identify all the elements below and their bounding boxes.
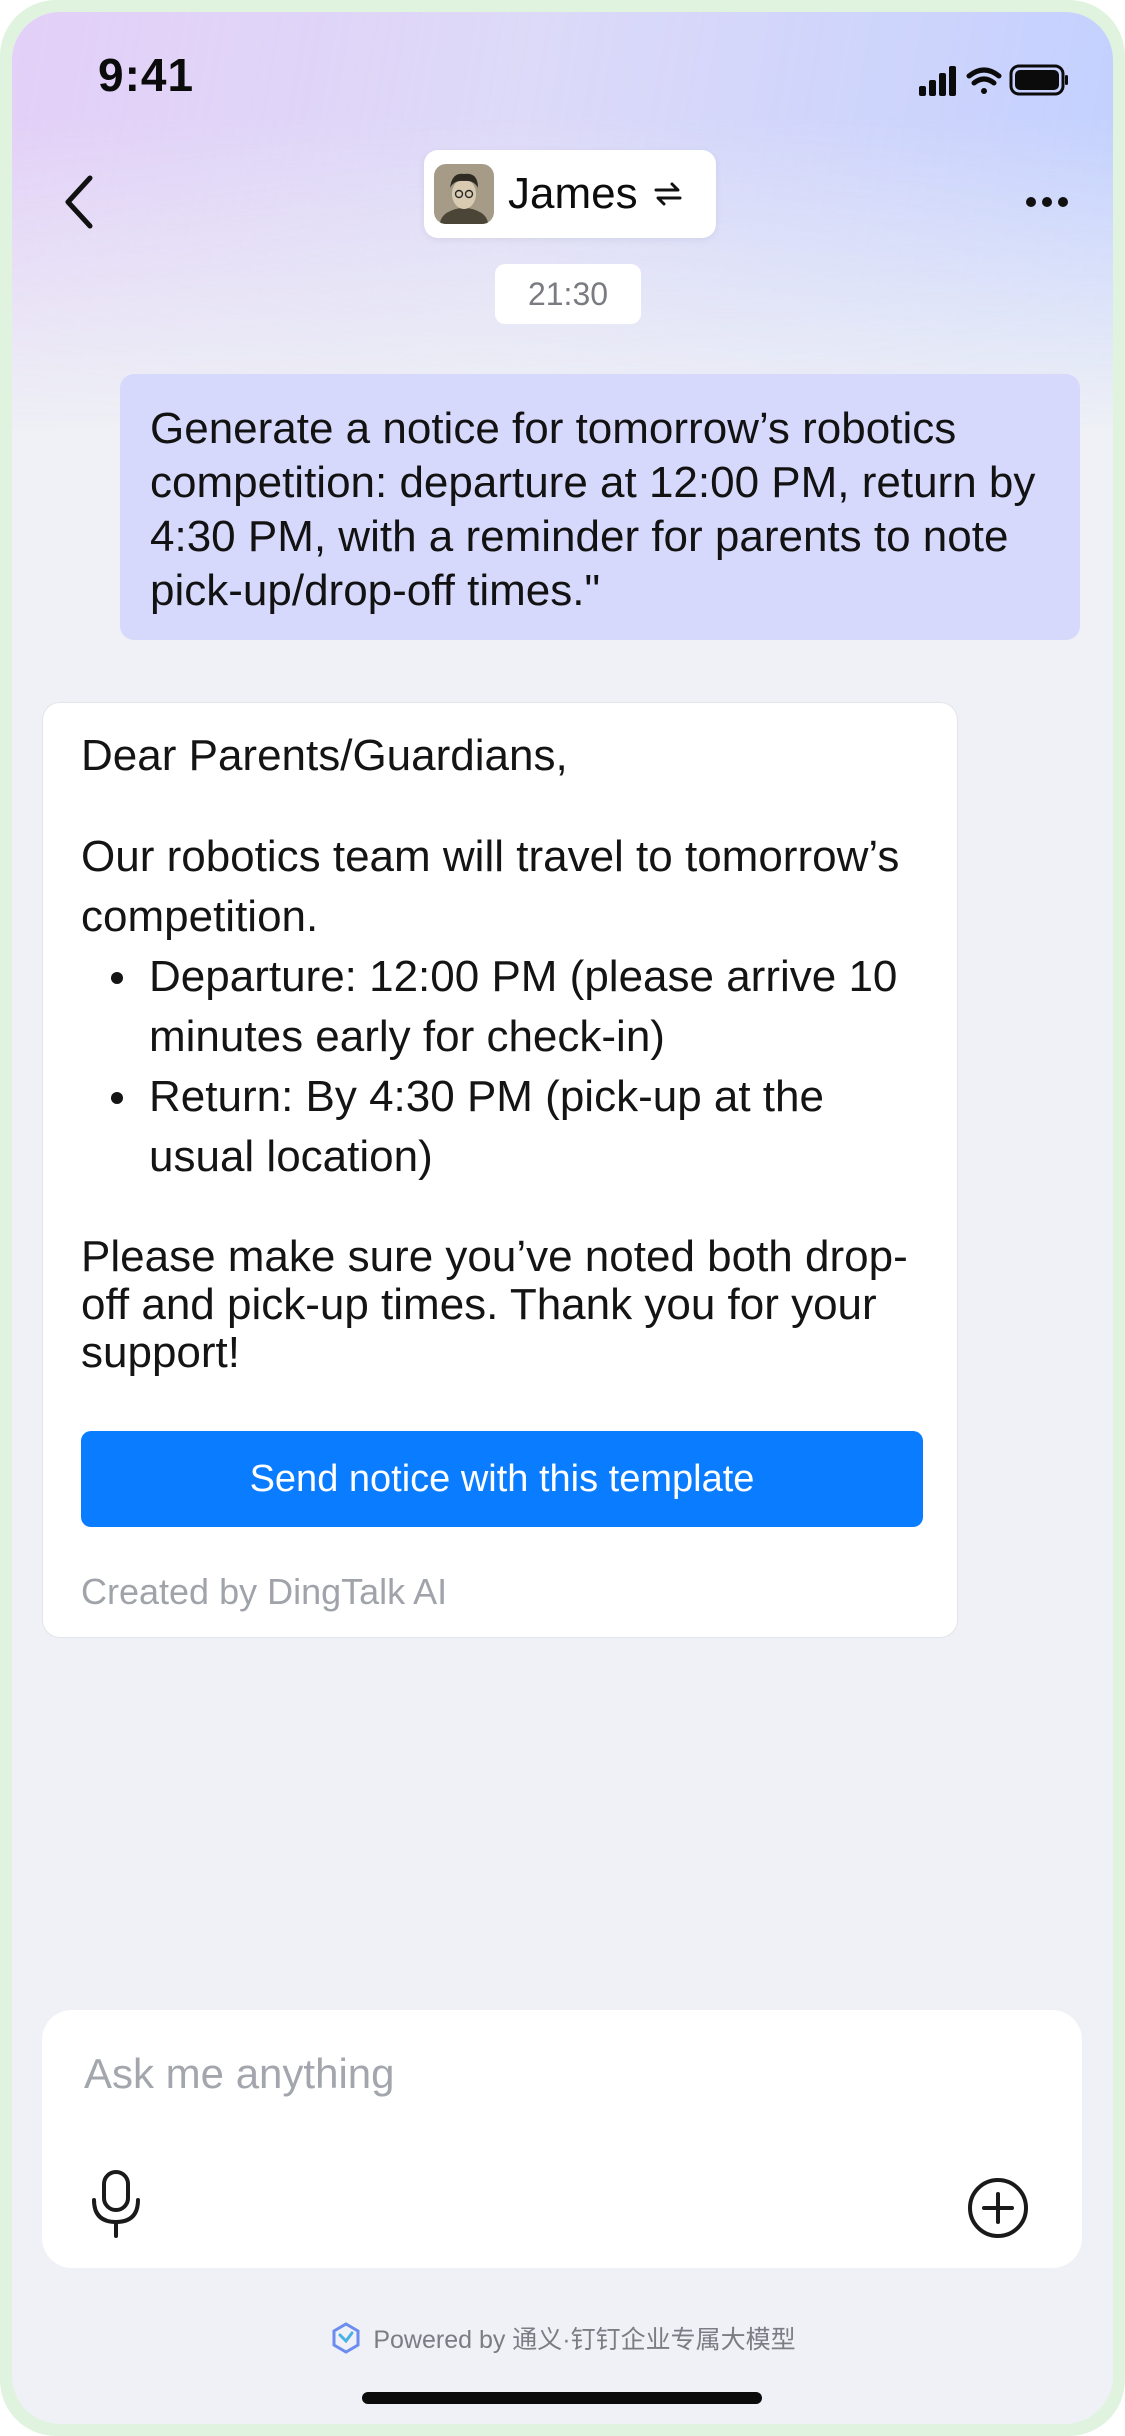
notice-bullet-list: Departure: 12:00 PM (please arrive 10 mi… [81, 947, 921, 1187]
avatar [434, 164, 494, 224]
user-message-bubble: Generate a notice for tomorrow’s robotic… [120, 374, 1080, 640]
list-item: Departure: 12:00 PM (please arrive 10 mi… [81, 947, 921, 1067]
back-button[interactable] [48, 162, 112, 242]
voice-input-button[interactable] [88, 2168, 144, 2240]
contact-name: James [508, 169, 638, 218]
notice-greeting: Dear Parents/Guardians, [81, 731, 568, 780]
wifi-icon [966, 67, 1002, 94]
chevron-left-icon [65, 175, 93, 229]
status-time: 9:41 [98, 49, 195, 101]
created-by-label: Created by DingTalk AI [81, 1571, 448, 1612]
more-options-button[interactable] [1007, 172, 1087, 232]
battery-icon [1009, 64, 1068, 96]
powered-by-footer: Powered by 通义·钉钉企业专属大模型 [12, 2320, 1113, 2356]
notice-intro: Our robotics team will travel to tomorro… [81, 832, 900, 941]
chat-input[interactable] [82, 2044, 982, 2104]
device-frame: 9:41 James 21:30 Generate a notice for t… [0, 0, 1125, 2436]
ai-notice-card: Dear Parents/Guardians, Our robotics tea… [42, 702, 958, 1638]
plus-circle-icon [968, 2178, 1028, 2238]
notice-closing: Please make sure you’ve noted both drop-… [81, 1232, 908, 1377]
status-icons [919, 64, 1068, 96]
ellipsis-icon [1026, 197, 1068, 207]
add-attachment-button[interactable] [966, 2176, 1030, 2240]
message-timestamp: 21:30 [495, 264, 641, 324]
cellular-signal-icon [919, 66, 956, 96]
model-logo-icon [332, 2322, 360, 2354]
microphone-icon [92, 2170, 140, 2238]
home-indicator[interactable] [362, 2392, 762, 2404]
chat-input-panel [42, 2010, 1082, 2268]
contact-switcher[interactable]: James [424, 150, 716, 238]
send-notice-button[interactable]: Send notice with this template [81, 1431, 923, 1527]
list-item: Return: By 4:30 PM (pick-up at the usual… [81, 1067, 921, 1187]
swap-arrows-icon [654, 182, 682, 206]
chat-screen: 9:41 James 21:30 Generate a notice for t… [12, 12, 1113, 2424]
powered-by-text: Powered by 通义·钉钉企业专属大模型 [373, 2326, 796, 2354]
